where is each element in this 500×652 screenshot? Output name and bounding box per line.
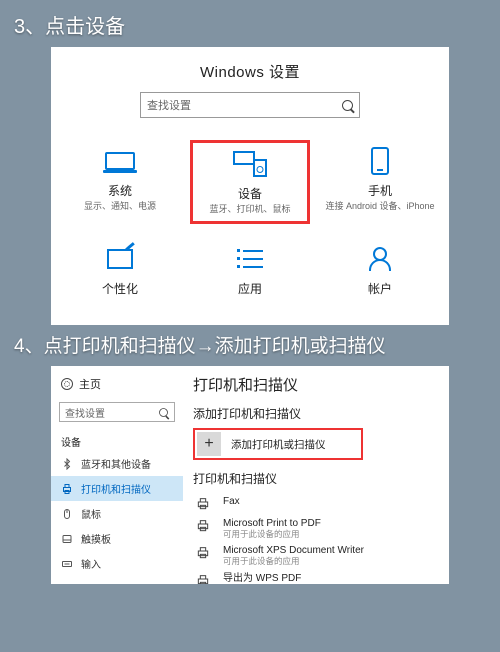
tile-personalization-label: 个性化 xyxy=(60,280,180,297)
tile-apps-label: 应用 xyxy=(190,280,310,297)
home-label: 主页 xyxy=(79,376,101,392)
add-section-heading: 添加打印机和扫描仪 xyxy=(193,405,439,422)
list-section-heading: 打印机和扫描仪 xyxy=(193,470,439,487)
settings-title: Windows 设置 xyxy=(51,47,449,92)
printers-content: 打印机和扫描仪 添加打印机和扫描仪 + 添加打印机或扫描仪 打印机和扫描仪 Fa… xyxy=(183,366,449,584)
apps-icon xyxy=(232,244,268,274)
search-icon xyxy=(342,100,353,111)
sidebar-item-printers[interactable]: 打印机和扫描仪 xyxy=(51,476,183,501)
laptop-icon xyxy=(102,146,138,176)
search-icon xyxy=(159,408,168,417)
tile-system-sub: 显示、通知、电源 xyxy=(60,201,180,212)
printer-row[interactable]: Microsoft XPS Document Writer可用于此设备的应用 xyxy=(193,542,439,569)
sidebar-label: 笔和 Windows Ink xyxy=(81,581,160,584)
step4-caption: 4、点打印机和扫描仪→添加打印机或扫描仪 xyxy=(0,325,500,366)
printer-icon xyxy=(193,573,213,584)
tile-accounts-label: 帐户 xyxy=(320,280,440,297)
printer-icon xyxy=(193,545,213,561)
keyboard-icon xyxy=(61,558,73,570)
tile-accounts[interactable]: 帐户 xyxy=(320,238,440,303)
page-heading: 打印机和扫描仪 xyxy=(193,374,439,395)
printers-window: 主页 查找设置 设备 蓝牙和其他设备 打印机和扫描仪 鼠标 触摸板 输入 xyxy=(51,366,449,584)
add-printer-label: 添加打印机或扫描仪 xyxy=(231,437,326,452)
bluetooth-icon xyxy=(61,458,73,470)
pen-small-icon xyxy=(61,583,73,585)
search-placeholder: 查找设置 xyxy=(147,97,191,113)
tile-phone[interactable]: 手机 连接 Android 设备、iPhone xyxy=(320,140,440,224)
printer-sub: 可用于此设备的应用 xyxy=(223,530,321,540)
printer-list: Fax Microsoft Print to PDF可用于此设备的应用 Micr… xyxy=(193,493,439,584)
printer-sub: 可用于此设备的应用 xyxy=(223,557,364,567)
settings-search[interactable]: 查找设置 xyxy=(140,92,360,118)
sidebar-search-placeholder: 查找设置 xyxy=(65,405,105,420)
plus-icon: + xyxy=(197,432,221,456)
sidebar-item-pen[interactable]: 笔和 Windows Ink xyxy=(51,576,183,584)
printer-name: Microsoft Print to PDF xyxy=(223,518,321,530)
settings-sidebar: 主页 查找设置 设备 蓝牙和其他设备 打印机和扫描仪 鼠标 触摸板 输入 xyxy=(51,366,183,584)
sidebar-label: 触摸板 xyxy=(81,531,111,546)
step3-caption: 3、点击设备 xyxy=(0,0,500,47)
settings-window: Windows 设置 查找设置 系统 显示、通知、电源 设备 蓝牙、打印机、鼠标… xyxy=(51,47,449,325)
touchpad-icon xyxy=(61,533,73,545)
tile-phone-sub: 连接 Android 设备、iPhone xyxy=(320,201,440,212)
tile-personalization[interactable]: 个性化 xyxy=(60,238,180,303)
tile-devices-sub: 蓝牙、打印机、鼠标 xyxy=(193,204,307,215)
sidebar-item-touchpad[interactable]: 触摸板 xyxy=(51,526,183,551)
sidebar-item-bluetooth[interactable]: 蓝牙和其他设备 xyxy=(51,451,183,476)
person-icon xyxy=(362,244,398,274)
printer-icon xyxy=(61,483,73,495)
printer-row[interactable]: Fax xyxy=(193,493,439,515)
sidebar-label: 蓝牙和其他设备 xyxy=(81,456,151,471)
home-link[interactable]: 主页 xyxy=(51,372,183,396)
tile-system[interactable]: 系统 显示、通知、电源 xyxy=(60,140,180,224)
tile-apps[interactable]: 应用 xyxy=(190,238,310,303)
pen-icon xyxy=(102,244,138,274)
sidebar-label: 打印机和扫描仪 xyxy=(81,481,151,496)
sidebar-label: 输入 xyxy=(81,556,101,571)
tile-system-label: 系统 xyxy=(60,182,180,199)
printer-icon xyxy=(193,496,213,512)
printer-name: 导出为 WPS PDF xyxy=(223,573,301,584)
phone-icon xyxy=(362,146,398,176)
tile-devices[interactable]: 设备 蓝牙、打印机、鼠标 xyxy=(190,140,310,224)
gear-icon xyxy=(61,378,73,390)
sidebar-item-typing[interactable]: 输入 xyxy=(51,551,183,576)
tile-phone-label: 手机 xyxy=(320,182,440,199)
printer-icon xyxy=(193,518,213,534)
sidebar-item-mouse[interactable]: 鼠标 xyxy=(51,501,183,526)
devices-icon xyxy=(232,149,268,179)
add-printer-row[interactable]: + 添加打印机或扫描仪 xyxy=(193,428,363,460)
printer-row[interactable]: Microsoft Print to PDF可用于此设备的应用 xyxy=(193,515,439,542)
printer-row[interactable]: 导出为 WPS PDF xyxy=(193,570,439,584)
sidebar-section: 设备 xyxy=(51,428,183,451)
mouse-icon xyxy=(61,508,73,520)
sidebar-search[interactable]: 查找设置 xyxy=(59,402,175,422)
printer-name: Fax xyxy=(223,496,240,508)
sidebar-label: 鼠标 xyxy=(81,506,101,521)
tile-devices-label: 设备 xyxy=(193,185,307,202)
